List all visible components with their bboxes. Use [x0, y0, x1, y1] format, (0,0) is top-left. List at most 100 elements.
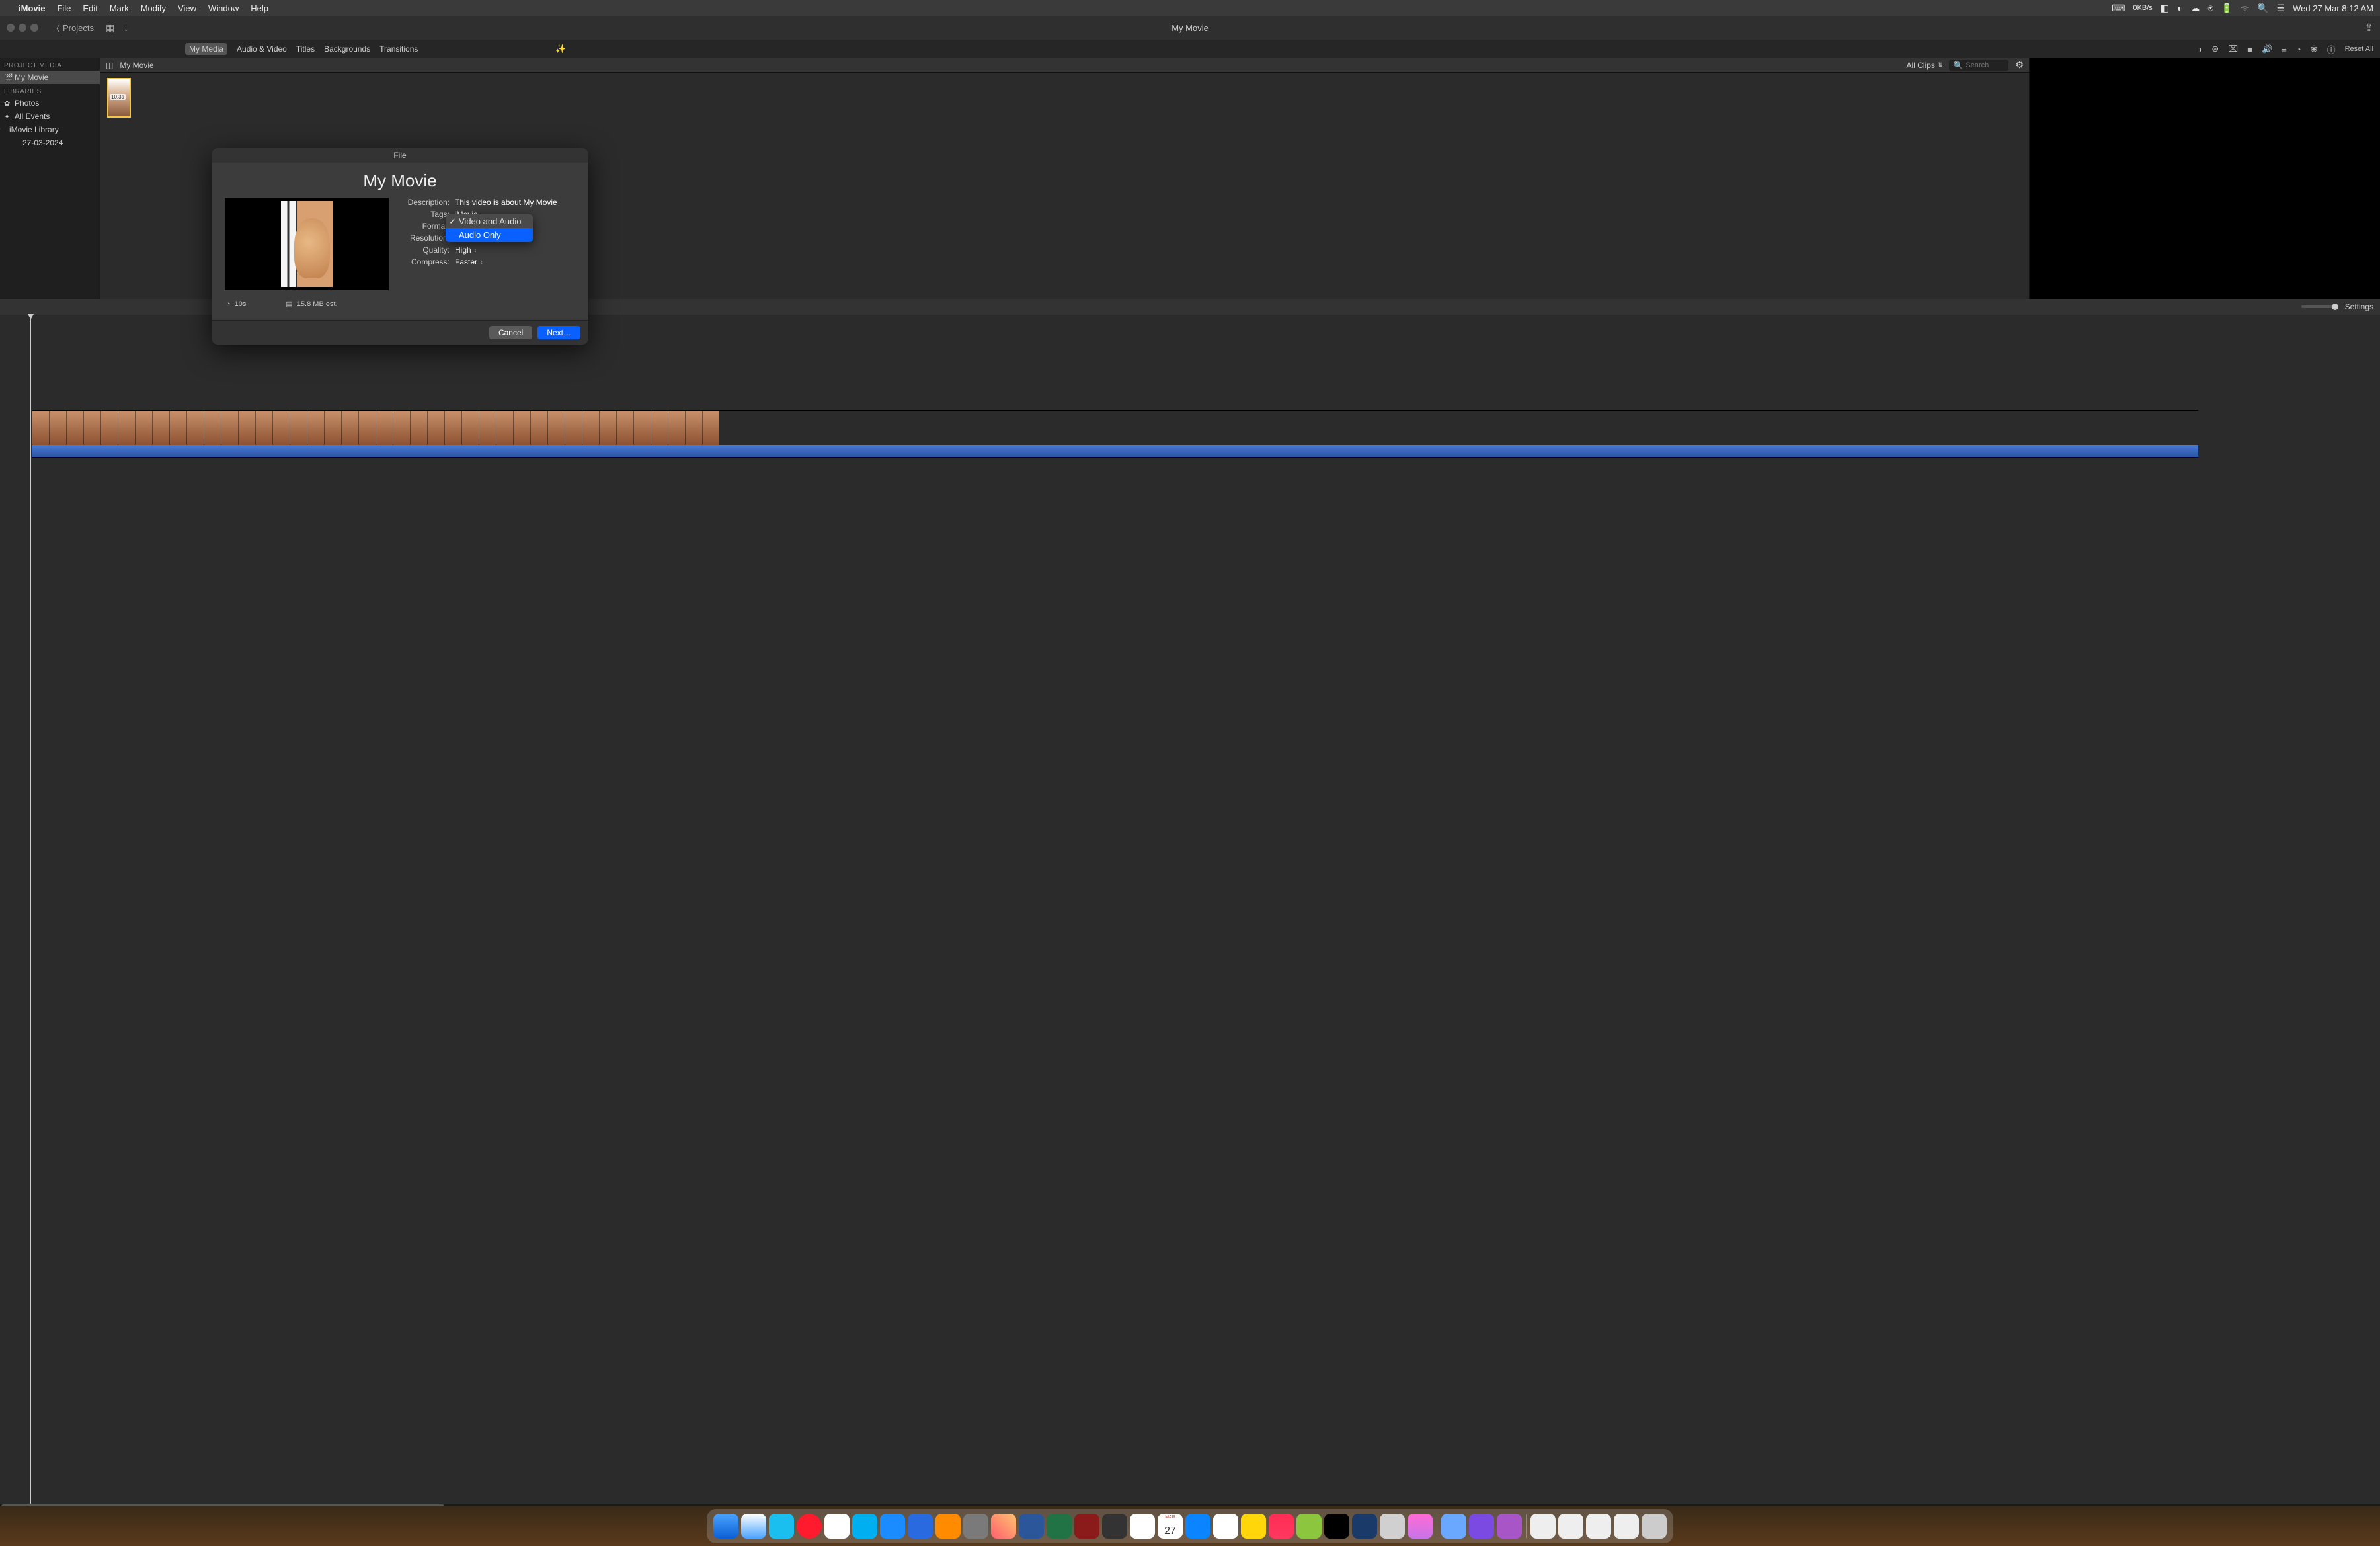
dock-safari[interactable]	[741, 1514, 766, 1539]
dock-notes[interactable]	[1241, 1514, 1266, 1539]
stabilization-icon[interactable]: ■	[2247, 44, 2252, 54]
dock-app-3[interactable]	[1324, 1514, 1349, 1539]
dock-reminders[interactable]	[1213, 1514, 1238, 1539]
dock-excel[interactable]	[1047, 1514, 1072, 1539]
sidebar-toggle-icon[interactable]: ◫	[106, 61, 113, 70]
speed-icon[interactable]: ◔	[2296, 44, 2301, 54]
menu-help[interactable]: Help	[251, 3, 268, 13]
sidebar-item-photos[interactable]: ✿ Photos	[0, 97, 100, 110]
dock-launchpad[interactable]	[991, 1514, 1016, 1539]
status-icon-3[interactable]: ☁︎	[2190, 3, 2200, 14]
menu-file[interactable]: File	[57, 3, 71, 13]
dock-opera[interactable]	[797, 1514, 822, 1539]
volume-icon[interactable]: 🔊	[2262, 44, 2272, 54]
sidebar-item-imovie-library[interactable]: ▾ iMovie Library	[0, 123, 100, 136]
window-traffic-lights[interactable]	[7, 24, 38, 32]
format-option-video-audio[interactable]: ✓ Video and Audio	[446, 214, 533, 228]
enhance-icon[interactable]: ✨	[555, 44, 566, 54]
dock-app-5[interactable]	[1380, 1514, 1405, 1539]
dock-appstore[interactable]	[880, 1514, 905, 1539]
chevron-down-icon[interactable]: ▾	[0, 126, 1, 134]
battery-icon[interactable]: 🔋	[2221, 3, 2233, 14]
tab-my-media[interactable]: My Media	[185, 43, 227, 55]
back-to-projects[interactable]: 〈 Projects	[52, 22, 94, 34]
compress-select[interactable]: Faster	[455, 257, 483, 266]
import-icon[interactable]: ↓	[124, 22, 128, 34]
dock-app-1[interactable]	[1185, 1514, 1210, 1539]
tab-transitions[interactable]: Transitions	[379, 43, 418, 55]
menu-edit[interactable]: Edit	[83, 3, 97, 13]
color-correction-icon[interactable]: ⊛	[2211, 44, 2219, 54]
timeline-settings[interactable]: Settings	[2345, 302, 2373, 311]
menu-view[interactable]: View	[178, 3, 196, 13]
dock-finder[interactable]	[713, 1514, 738, 1539]
tab-backgrounds[interactable]: Backgrounds	[324, 43, 370, 55]
dock-settings[interactable]	[963, 1514, 988, 1539]
tab-audio-video[interactable]: Audio & Video	[237, 43, 287, 55]
filter-all-clips[interactable]: All Clips ⇅	[1907, 61, 1943, 70]
user-icon[interactable]: ⍟	[2207, 3, 2213, 14]
tab-titles[interactable]: Titles	[296, 43, 315, 55]
cancel-button[interactable]: Cancel	[489, 326, 532, 339]
dock-vlc[interactable]	[935, 1514, 961, 1539]
menu-modify[interactable]: Modify	[141, 3, 166, 13]
control-center-icon[interactable]: ☰	[2277, 3, 2285, 14]
playhead[interactable]	[30, 315, 31, 1506]
timeline-clip[interactable]	[32, 410, 2198, 458]
gear-icon[interactable]: ⚙︎	[2015, 60, 2024, 71]
info-icon[interactable]: ⓘ	[2327, 43, 2336, 56]
next-button[interactable]: Next…	[537, 326, 580, 339]
zoom-slider[interactable]	[2301, 305, 2338, 308]
color-balance-icon[interactable]: ◑	[2197, 44, 2202, 54]
dock-folder-3[interactable]	[1586, 1514, 1611, 1539]
wifi-icon[interactable]: ᯤ	[2241, 2, 2249, 15]
dock-quicktime[interactable]	[908, 1514, 933, 1539]
description-value[interactable]: This video is about My Movie	[455, 198, 557, 207]
dock-folder-1[interactable]	[1530, 1514, 1556, 1539]
dock-folder-4[interactable]	[1614, 1514, 1639, 1539]
spotlight-icon[interactable]: 🔍	[2257, 3, 2268, 14]
dock-edge[interactable]	[769, 1514, 794, 1539]
dock-dictionary[interactable]	[1074, 1514, 1099, 1539]
dock-trash[interactable]	[1642, 1514, 1667, 1539]
dock-calendar[interactable]: MAR 27	[1158, 1514, 1183, 1539]
share-button[interactable]: ⇪	[2365, 21, 2373, 34]
dock-imovie[interactable]	[1469, 1514, 1494, 1539]
app-name[interactable]: iMovie	[19, 3, 45, 13]
quality-select[interactable]: High	[455, 245, 477, 255]
search-input[interactable]	[1965, 61, 2005, 69]
menu-window[interactable]: Window	[208, 3, 239, 13]
sidebar-item-my-movie[interactable]: 🎬 My Movie	[0, 71, 100, 84]
dock-app-4[interactable]	[1352, 1514, 1377, 1539]
keyboard-icon[interactable]: ⌨︎	[2112, 3, 2125, 14]
clock[interactable]: Wed 27 Mar 8:12 AM	[2293, 3, 2373, 13]
sidebar-item-date[interactable]: 27-03-2024	[0, 136, 100, 149]
noise-icon[interactable]: ≡	[2281, 44, 2287, 54]
menu-mark[interactable]: Mark	[110, 3, 129, 13]
dock-app-6[interactable]	[1408, 1514, 1433, 1539]
netspeed[interactable]: 0KB/s	[2133, 4, 2152, 12]
dock-app-8[interactable]	[1497, 1514, 1522, 1539]
dock-mail[interactable]	[1130, 1514, 1155, 1539]
crop-icon[interactable]: ⌧	[2228, 44, 2238, 54]
library-mode-icon[interactable]: ▦	[106, 22, 114, 34]
dock-app-2[interactable]	[1296, 1514, 1322, 1539]
dock-app-7[interactable]	[1441, 1514, 1466, 1539]
dock-music[interactable]	[1269, 1514, 1294, 1539]
dock-folder-2[interactable]	[1558, 1514, 1583, 1539]
dock-chrome[interactable]	[824, 1514, 850, 1539]
minimize-button[interactable]	[19, 24, 26, 32]
format-option-audio-only[interactable]: Audio Only	[446, 228, 533, 242]
sidebar-item-all-events[interactable]: ✦ All Events	[0, 110, 100, 123]
dock-word[interactable]	[1019, 1514, 1044, 1539]
status-icon-2[interactable]: ◐	[2177, 3, 2182, 13]
dock-calculator[interactable]	[1102, 1514, 1127, 1539]
zoom-button[interactable]	[30, 24, 38, 32]
close-button[interactable]	[7, 24, 15, 32]
clip-thumbnail[interactable]: 10.3s	[107, 78, 131, 118]
dock-skype[interactable]	[852, 1514, 877, 1539]
reset-all[interactable]: Reset All	[2345, 45, 2373, 53]
status-icon-1[interactable]: ◧	[2161, 3, 2169, 14]
filter-icon[interactable]: ❀	[2311, 44, 2318, 54]
search-field[interactable]: 🔍	[1949, 60, 2008, 71]
